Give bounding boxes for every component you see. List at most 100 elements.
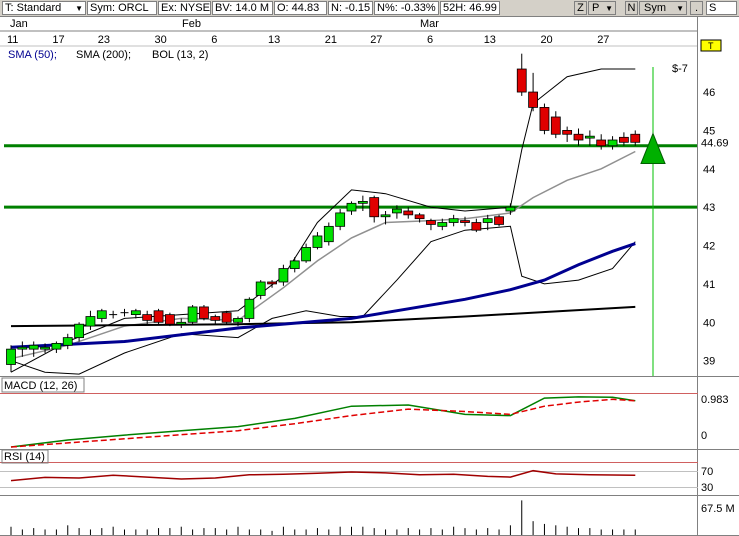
candle-body (289, 260, 300, 269)
month-label-mar: Mar (420, 18, 439, 30)
candle-body (267, 281, 277, 285)
candle-body (255, 281, 266, 296)
net-field: N: -0.15 (328, 1, 373, 15)
candle-body (278, 268, 289, 283)
rsi-label: RSI (14) (4, 451, 45, 463)
month-label-feb: Feb (182, 18, 201, 30)
candle-body (6, 348, 16, 365)
price-tick-label: 41 (703, 279, 715, 291)
candle-body (130, 310, 141, 316)
candle-body (607, 139, 618, 147)
date-tick-label: 17 (52, 34, 64, 46)
date-tick-label: 11 (7, 34, 18, 46)
candle-body (550, 116, 561, 135)
candle-body (596, 139, 607, 147)
symbol-list-select[interactable]: Sym ▼ (639, 1, 687, 15)
dot-button[interactable]: . (690, 1, 703, 15)
current-price-label: 44.69 (701, 137, 729, 149)
price-tick-label: 45 (703, 125, 715, 137)
chevron-down-icon: ▼ (75, 4, 83, 13)
price-tick-label: 44 (703, 164, 715, 176)
symbol-list-label: Sym (644, 2, 666, 14)
volume-axis: 67.5 M (701, 503, 735, 515)
candle-body (482, 218, 493, 223)
net-pct-field: N%: -0.33% (374, 1, 439, 15)
toolbar: T: Standard ▼ Sym: ORCL Ex: NYSE BV: 14.0… (0, 0, 739, 17)
t-marker-label: T (708, 41, 714, 51)
candle-body (199, 306, 209, 319)
candle-body (62, 337, 73, 346)
candle-body (28, 344, 39, 350)
candle-body (505, 206, 516, 212)
indicator-sma50: SMA (50); (8, 49, 57, 61)
candle-body (210, 316, 221, 321)
date-tick-label: 6 (427, 34, 433, 46)
candle-body (584, 135, 595, 139)
template-label: T: Standard (5, 2, 62, 14)
candle-body (528, 91, 538, 108)
period-label: P (592, 2, 600, 14)
open-field: O: 44.83 (274, 1, 327, 15)
chart-area[interactable]: Jan Feb Mar 11 17 23 30 6 13 21 27 6 13 20 27 SMA (… (0, 17, 739, 536)
chevron-down-icon: ▼ (605, 4, 613, 13)
candle-body (346, 202, 357, 212)
date-tick-label: 6 (211, 34, 217, 46)
candle-body (233, 318, 243, 323)
candle-body (357, 201, 368, 204)
rsi-axis-30: 30 (701, 482, 713, 494)
candle-body (562, 130, 573, 135)
candle-body (460, 220, 470, 223)
candle-body (301, 247, 312, 262)
candle-body (630, 133, 641, 143)
zoom-button[interactable]: Z (574, 1, 587, 15)
macd-label: MACD (12, 26) (4, 380, 77, 392)
candle-body (142, 314, 153, 321)
flag-label: $-7 (672, 63, 688, 75)
candle-body (85, 316, 96, 327)
price-tick-label: 43 (703, 202, 715, 214)
candle-body (448, 218, 459, 223)
date-tick-label: 13 (268, 34, 280, 46)
candle-body (221, 312, 232, 323)
candle-body (335, 212, 346, 227)
indicator-bol: BOL (13, 2) (152, 49, 208, 61)
indicator-sma200: SMA (200); (76, 49, 131, 61)
chevron-down-icon: ▼ (676, 4, 684, 13)
candle-body (96, 310, 107, 319)
candle-body (403, 210, 414, 216)
candle-body (164, 314, 175, 325)
candle-body (437, 222, 448, 227)
macd-axis-zero: 0 (701, 430, 707, 442)
s-field[interactable]: S (706, 1, 737, 15)
rsi-axis-70: 70 (701, 466, 713, 478)
next-button[interactable]: N (625, 1, 638, 15)
candle-body (17, 346, 28, 350)
date-tick-label: 20 (540, 34, 552, 46)
candle-body (494, 216, 504, 225)
month-label-jan: Jan (10, 18, 28, 30)
candle-body (312, 235, 323, 248)
candle-body (619, 136, 629, 143)
candle-body (51, 342, 62, 350)
candle-body (323, 225, 334, 243)
exchange-field: Ex: NYSE (158, 1, 211, 15)
price-tick-label: 46 (703, 87, 715, 99)
candle-body (153, 310, 164, 323)
date-tick-label: 13 (484, 34, 496, 46)
date-tick-label: 27 (370, 34, 382, 46)
template-select[interactable]: T: Standard ▼ (2, 1, 86, 15)
chart-frames (0, 17, 739, 536)
symbol-field[interactable]: Sym: ORCL (87, 1, 157, 15)
candle-body (380, 214, 391, 218)
candle-body (516, 68, 527, 93)
candle-body (391, 208, 402, 214)
candle-body (414, 214, 425, 220)
candle-body (471, 222, 482, 231)
candle-body (244, 298, 255, 319)
date-tick-label: 27 (597, 34, 609, 46)
date-tick-label: 23 (98, 34, 110, 46)
bv-field: BV: 14.0 M (212, 1, 273, 15)
date-tick-label: 30 (155, 34, 167, 46)
period-select[interactable]: P ▼ (588, 1, 616, 15)
macd-axis-top: 0.983 (701, 394, 729, 406)
